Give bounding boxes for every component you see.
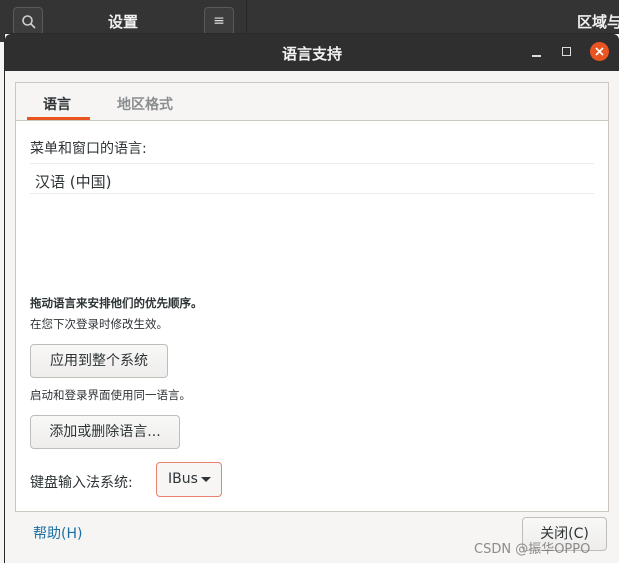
- menu-window-language-label: 菜单和窗口的语言:: [30, 141, 147, 157]
- install-remove-languages-button[interactable]: 添加或删除语言...: [30, 415, 180, 449]
- drag-order-hint: 拖动语言来安排他们的优先顺序。: [30, 296, 203, 310]
- menu-icon: ≡: [213, 13, 225, 29]
- tab-notebook: 语言 地区格式 菜单和窗口的语言: 汉语 (中国) 拖动语言来安排他们的优先顺序…: [15, 82, 609, 512]
- search-button[interactable]: [13, 7, 43, 35]
- watermark: CSDN @振华OPPO: [474, 542, 591, 557]
- search-icon: [22, 15, 36, 29]
- region-panel-title: 区域与: [577, 13, 619, 31]
- dropdown-arrow-icon: [201, 477, 211, 482]
- apply-system-wide-button[interactable]: 应用到整个系统: [30, 344, 168, 378]
- login-screen-hint: 启动和登录界面使用同一语言。: [30, 388, 191, 402]
- dialog-titlebar[interactable]: 语言支持: [5, 34, 619, 71]
- select-value: IBus: [168, 471, 198, 487]
- keyboard-input-method-label: 键盘输入法系统:: [30, 475, 133, 491]
- list-divider: [30, 193, 594, 194]
- settings-title: 设置: [108, 13, 139, 31]
- hamburger-menu-button[interactable]: ≡: [204, 7, 234, 35]
- close-icon: [595, 47, 604, 56]
- maximize-button[interactable]: [558, 43, 576, 61]
- window-close-button[interactable]: [590, 42, 609, 61]
- language-list-item[interactable]: 汉语 (中国): [35, 171, 111, 192]
- language-support-dialog: 语言支持 语言 地区格式 菜单和窗口的语言: 汉语 (中国) 拖动语言来安排他们…: [4, 33, 619, 563]
- tab-regional-formats[interactable]: 地区格式: [117, 94, 173, 114]
- dialog-title: 语言支持: [281, 45, 342, 63]
- active-tab-indicator: [27, 117, 90, 120]
- tab-bar: 语言 地区格式: [16, 83, 608, 121]
- keyboard-input-method-select[interactable]: IBus: [156, 462, 222, 497]
- next-login-hint: 在您下次登录时修改生效。: [30, 317, 168, 331]
- help-button[interactable]: 帮助(H): [33, 523, 82, 543]
- list-divider: [30, 163, 594, 164]
- minimize-button[interactable]: [528, 43, 546, 61]
- tab-language[interactable]: 语言: [43, 94, 71, 114]
